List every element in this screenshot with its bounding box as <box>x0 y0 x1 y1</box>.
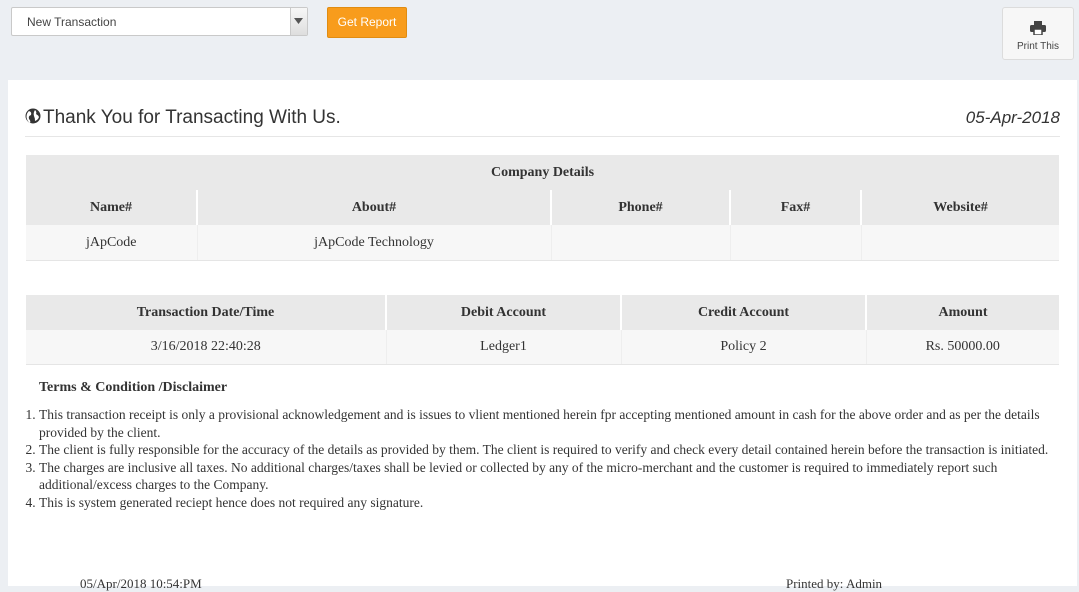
list-item: The charges are inclusive all taxes. No … <box>39 459 1069 494</box>
list-item: The client is fully responsible for the … <box>39 441 1069 459</box>
list-item: This is system generated reciept hence d… <box>39 494 1069 512</box>
print-button[interactable]: Print This <box>1002 7 1074 60</box>
terms-list: This transaction receipt is only a provi… <box>8 406 1069 511</box>
company-caption: Company Details <box>26 155 1059 190</box>
table-row: jApCode jApCode Technology <box>26 225 1059 261</box>
terms-title: Terms & Condition /Disclaimer <box>39 380 228 395</box>
print-label: Print This <box>1016 41 1060 52</box>
chevron-down-icon[interactable] <box>290 8 307 35</box>
globe-icon <box>25 108 41 124</box>
transaction-table: Transaction Date/Time Debit Account Cred… <box>26 295 1059 365</box>
company-website <box>861 225 1059 261</box>
company-about: jApCode Technology <box>197 225 552 261</box>
company-header-name: Name# <box>26 190 198 225</box>
receipt-date: 05-Apr-2018 <box>965 108 1060 127</box>
trans-header-debit: Debit Account <box>386 295 622 330</box>
trans-header-credit: Credit Account <box>621 295 867 330</box>
company-name: jApCode <box>26 225 198 261</box>
trans-header-datetime: Transaction Date/Time <box>26 295 387 330</box>
trans-datetime: 3/16/2018 22:40:28 <box>26 330 387 365</box>
receipt-title: Thank You for Transacting With Us. <box>43 107 341 128</box>
company-header-fax: Fax# <box>730 190 862 225</box>
table-row: 3/16/2018 22:40:28 Ledger1 Policy 2 Rs. … <box>26 330 1059 365</box>
receipt-header: Thank You for Transacting With Us. 05-Ap… <box>25 104 1060 137</box>
list-item: This transaction receipt is only a provi… <box>39 406 1069 441</box>
transaction-type-select[interactable]: New Transaction <box>11 7 308 36</box>
receipt-panel: Thank You for Transacting With Us. 05-Ap… <box>8 80 1077 591</box>
printed-by: Printed by: Admin <box>786 576 883 591</box>
company-fax <box>730 225 862 261</box>
company-header-website: Website# <box>861 190 1059 225</box>
company-phone <box>551 225 731 261</box>
printed-on: 05/Apr/2018 10:54:PM <box>80 576 202 591</box>
select-value: New Transaction <box>27 15 117 29</box>
trans-credit: Policy 2 <box>621 330 867 365</box>
company-header-phone: Phone# <box>551 190 731 225</box>
company-header-about: About# <box>197 190 552 225</box>
trans-debit: Ledger1 <box>386 330 622 365</box>
toolbar: New Transaction Get Report Print This <box>0 0 1079 78</box>
company-details-table: Company Details Name# About# Phone# Fax#… <box>26 155 1059 261</box>
trans-header-amount: Amount <box>866 295 1059 330</box>
trans-amount: Rs. 50000.00 <box>866 330 1059 365</box>
printer-icon <box>1030 21 1046 36</box>
get-report-button[interactable]: Get Report <box>327 7 407 38</box>
